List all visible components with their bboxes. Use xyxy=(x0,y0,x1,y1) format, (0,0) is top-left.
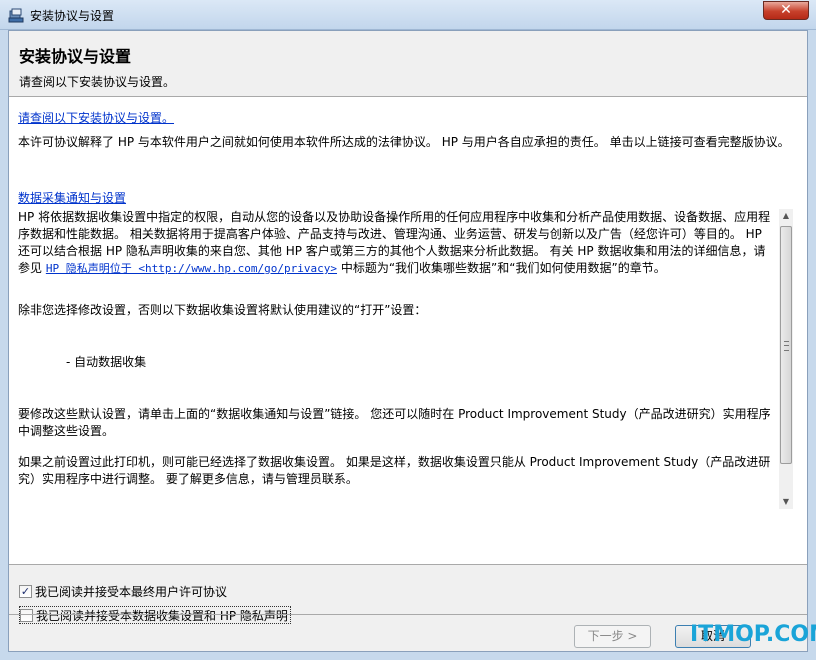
data-collection-paragraph-2: 除非您选择修改设置，否则以下数据收集设置将默认使用建议的“打开”设置： xyxy=(18,303,427,317)
title-bar: 安装协议与设置 ✕ xyxy=(0,0,816,30)
dialog-body: 安装协议与设置 请查阅以下安装协议与设置。 请查阅以下安装协议与设置。 本许可协… xyxy=(8,30,808,652)
watermark-logo: ITMOP.COM xyxy=(690,622,816,647)
button-bar: 下一步 > 取消 xyxy=(9,614,807,652)
header-panel: 安装协议与设置 请查阅以下安装协议与设置。 xyxy=(9,31,807,97)
data-collection-textbox[interactable]: HP 将依据数据收集设置中指定的权限，自动从您的设备以及协助设备操作所用的任何应… xyxy=(18,209,793,509)
close-button[interactable]: ✕ xyxy=(763,1,809,20)
license-agreement-link[interactable]: 请查阅以下安装协议与设置。 xyxy=(18,109,174,126)
page-title: 安装协议与设置 xyxy=(19,47,132,66)
data-collection-text: HP 将依据数据收集设置中指定的权限，自动从您的设备以及协助设备操作所用的任何应… xyxy=(18,209,778,509)
scroll-up-arrow-icon[interactable]: ▲ xyxy=(779,209,793,223)
data-collection-paragraph-3: 要修改这些默认设置，请单击上面的“数据收集通知与设置”链接。 您还可以随时在 P… xyxy=(18,407,771,438)
eula-checkbox-label[interactable]: 我已阅读并接受本最终用户许可协议 xyxy=(35,583,227,600)
auto-data-collection-item: - 自动数据收集 xyxy=(66,355,147,369)
installer-icon xyxy=(8,7,24,23)
vertical-scrollbar[interactable]: ▲ ▼ xyxy=(779,209,793,509)
page-subtitle: 请查阅以下安装协议与设置。 xyxy=(19,75,176,89)
agreement-checkboxes: ✓ 我已阅读并接受本最终用户许可协议 我已阅读并接受本数据收集设置和 HP 隐私… xyxy=(9,565,807,624)
paragraph-1-tail: 中标题为“我们收集哪些数据”和“我们如何使用数据”的章节。 xyxy=(340,261,666,275)
data-collection-paragraph-1: HP 将依据数据收集设置中指定的权限，自动从您的设备以及协助设备操作所用的任何应… xyxy=(18,209,776,277)
scroll-down-arrow-icon[interactable]: ▼ xyxy=(779,495,793,509)
eula-checkbox-row[interactable]: ✓ 我已阅读并接受本最终用户许可协议 xyxy=(19,583,227,599)
data-collection-link[interactable]: 数据采集通知与设置 xyxy=(18,189,126,206)
close-icon: ✕ xyxy=(780,2,792,18)
license-description: 本许可协议解释了 HP 与本软件用户之间就如何使用本软件所达成的法律协议。 HP… xyxy=(18,135,790,149)
scroll-thumb[interactable] xyxy=(780,226,792,464)
grip-icon xyxy=(784,341,789,351)
privacy-statement-link[interactable]: HP 隐私声明位于 <http://www.hp.com/go/privacy> xyxy=(46,262,337,275)
next-button[interactable]: 下一步 > xyxy=(574,625,651,648)
window-title: 安装协议与设置 xyxy=(30,9,115,23)
data-collection-paragraph-4: 如果之前设置过此打印机，则可能已经选择了数据收集设置。 如果是这样，数据收集设置… xyxy=(18,455,771,486)
eula-checkbox[interactable]: ✓ xyxy=(19,584,32,598)
content-panel: 请查阅以下安装协议与设置。 本许可协议解释了 HP 与本软件用户之间就如何使用本… xyxy=(9,97,807,565)
